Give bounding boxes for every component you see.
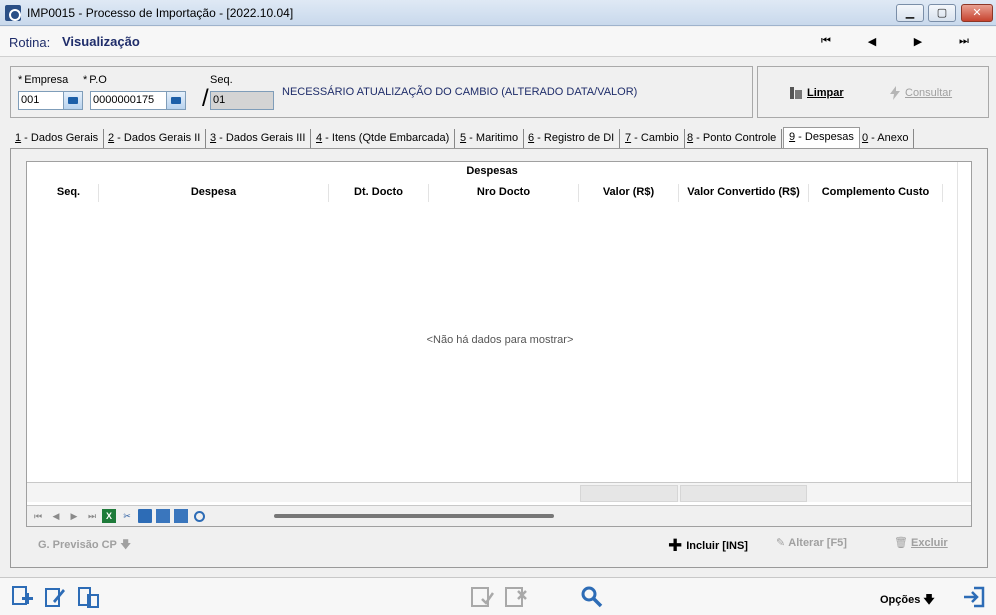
excel-export-icon[interactable]: X <box>102 509 116 523</box>
grid-footer <box>27 482 971 502</box>
grid-search-icon[interactable] <box>192 509 206 523</box>
cancel-icon[interactable] <box>504 585 528 609</box>
col-nro-docto[interactable]: Nro Docto <box>429 184 579 202</box>
grid-horizontal-scrollbar[interactable] <box>274 514 554 518</box>
trash-icon: 🗑 <box>894 537 908 549</box>
action-panel: Limpar Consultar <box>757 66 989 118</box>
minimize-button[interactable]: ▁ <box>896 4 924 22</box>
search-icon[interactable] <box>580 585 604 609</box>
separator-slash: / <box>202 85 209 112</box>
tab-dados-gerais[interactable]: 1 - Dados Gerais <box>10 129 105 149</box>
arrow-down-icon: 🡇 <box>119 539 132 551</box>
last-record-button[interactable]: ⏭ <box>955 35 973 48</box>
pencil-icon: ✎ <box>776 537 786 549</box>
po-label: * P.O <box>83 74 107 86</box>
limpar-button[interactable]: Limpar <box>789 86 844 100</box>
tab-dados-gerais-iii[interactable]: 3 - Dados Gerais III <box>205 129 312 149</box>
alterar-button[interactable]: ✎ Alterar [F5] <box>776 536 847 549</box>
rotina-bar: Rotina: Visualização ⏮ ◀ ▶ ⏭ <box>0 27 996 57</box>
empresa-label: * Empresa <box>18 74 69 86</box>
despesas-panel: Despesas Seq. Despesa Dt. Docto Nro Doct… <box>10 148 988 568</box>
confirm-icon[interactable] <box>470 585 494 609</box>
close-button[interactable]: ✕ <box>961 4 993 22</box>
despesas-grid: Despesas Seq. Despesa Dt. Docto Nro Doct… <box>26 161 972 527</box>
empresa-field[interactable]: 001 <box>18 91 64 110</box>
tab-ponto-controle[interactable]: 8 - Ponto Controle <box>682 129 783 149</box>
delete-record-icon[interactable] <box>76 585 100 609</box>
incluir-button[interactable]: ✚ Incluir [INS] <box>668 536 748 556</box>
seq-label: Seq. <box>210 74 233 86</box>
footer-total-valor <box>580 485 678 502</box>
tab-anexo[interactable]: 0 - Anexo <box>857 129 915 149</box>
grid-prev-icon[interactable]: ◀ <box>49 509 63 523</box>
add-record-icon[interactable] <box>10 585 34 609</box>
filter-panel: * Empresa 001 * P.O 0000000175 / Seq. 01 N… <box>10 66 753 118</box>
status-message: NECESSÁRIO ATUALIZAÇÃO DO CAMBIO (ALTERA… <box>282 86 638 98</box>
col-valor[interactable]: Valor (R$) <box>579 184 679 202</box>
col-valor-convertido[interactable]: Valor Convertido (R$) <box>679 184 809 202</box>
grid-toolbar: ⏮ ◀ ▶ ⏭ X ✂ <box>27 505 971 526</box>
opcoes-menu[interactable]: Opções 🡇 <box>880 591 935 610</box>
grid-filter-icon[interactable] <box>174 509 188 523</box>
exit-icon[interactable] <box>962 585 986 609</box>
app-icon <box>5 5 21 21</box>
consultar-button[interactable]: Consultar <box>889 86 952 100</box>
empresa-lookup-icon[interactable] <box>63 91 83 110</box>
col-despesa[interactable]: Despesa <box>99 184 329 202</box>
save-layout-icon[interactable] <box>138 509 152 523</box>
grid-vertical-scrollbar[interactable] <box>957 162 971 482</box>
empty-message: <Não há dados para mostrar> <box>426 334 574 346</box>
tab-itens[interactable]: 4 - Itens (Qtde Embarcada) <box>311 129 456 149</box>
clear-icon <box>790 87 802 99</box>
tab-despesas[interactable]: 9 - Despesas <box>783 127 860 149</box>
edit-record-icon[interactable] <box>43 585 67 609</box>
excluir-button[interactable]: 🗑 Excluir <box>894 536 948 549</box>
grid-first-icon[interactable]: ⏮ <box>31 509 45 523</box>
grid-next-icon[interactable]: ▶ <box>67 509 81 523</box>
prev-record-button[interactable]: ◀ <box>863 35 881 48</box>
col-seq[interactable]: Seq. <box>39 184 99 202</box>
window-titlebar: IMP0015 - Processo de Importação - [2022… <box>0 0 996 26</box>
seq-field[interactable]: 01 <box>210 91 274 110</box>
col-dt-docto[interactable]: Dt. Docto <box>329 184 429 202</box>
lightning-icon <box>890 86 900 100</box>
maximize-button[interactable]: ▢ <box>928 4 956 22</box>
arrow-down-icon: 🡇 <box>923 594 935 606</box>
tab-registro-di[interactable]: 6 - Registro de DI <box>523 129 621 149</box>
window-title: IMP0015 - Processo de Importação - [2022… <box>27 6 294 20</box>
footer-total-convertido <box>680 485 807 502</box>
next-record-button[interactable]: ▶ <box>909 35 927 48</box>
rotina-value: Visualização <box>62 34 140 49</box>
first-record-button[interactable]: ⏮ <box>817 35 835 48</box>
grid-last-icon[interactable]: ⏭ <box>85 509 99 523</box>
po-field[interactable]: 0000000175 <box>90 91 168 110</box>
tab-maritimo[interactable]: 5 - Maritimo <box>455 129 525 149</box>
col-complemento-custo[interactable]: Complemento Custo <box>809 184 943 202</box>
grid-title: Despesas <box>466 165 518 177</box>
grid-config-icon[interactable] <box>156 509 170 523</box>
plus-icon: ✚ <box>668 536 683 555</box>
rotina-label: Rotina: <box>9 35 51 50</box>
tools-icon[interactable]: ✂ <box>120 509 134 523</box>
po-lookup-icon[interactable] <box>166 91 186 110</box>
bottom-toolbar: Opções 🡇 <box>0 577 996 615</box>
tab-cambio[interactable]: 7 - Cambio <box>620 129 685 149</box>
tab-dados-gerais-ii[interactable]: 2 - Dados Gerais II <box>103 129 207 149</box>
previsao-cp-button[interactable]: G. Previsão CP 🡇 <box>38 536 131 555</box>
